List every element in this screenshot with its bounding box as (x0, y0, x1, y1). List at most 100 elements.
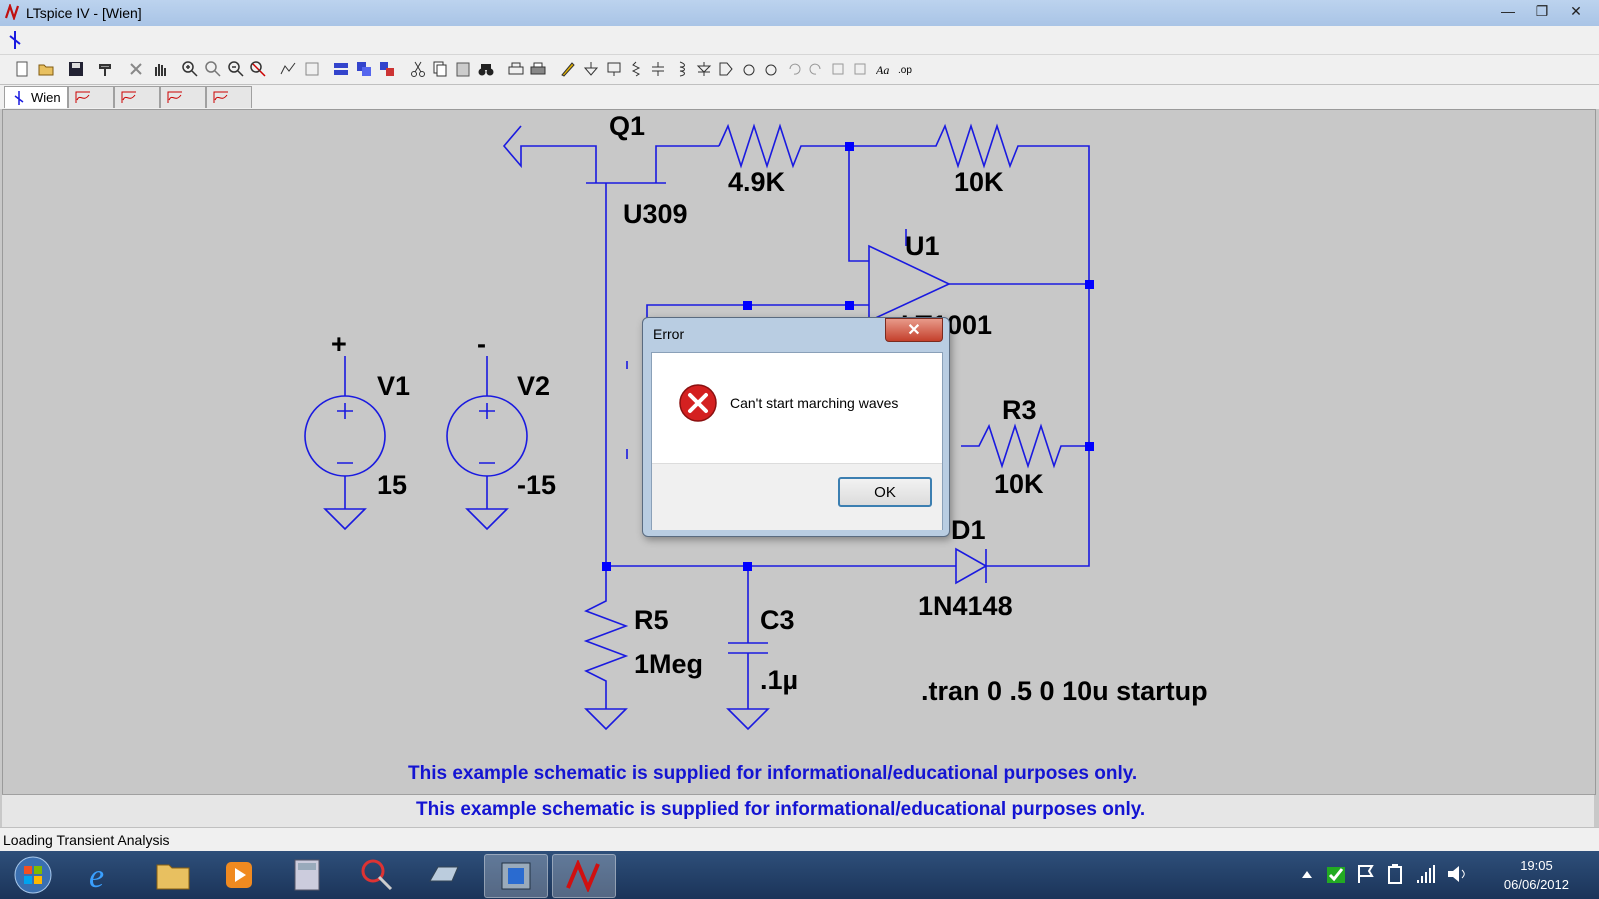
u1-label: U1 (905, 231, 940, 261)
error-dialog: Error ✕ Can't start marching waves OK (642, 317, 950, 537)
clock-time: 19:05 (1520, 858, 1553, 873)
calculator-icon (294, 859, 320, 891)
paste-icon[interactable] (455, 61, 471, 77)
v2-label: V2 (517, 371, 550, 401)
cascade-icon[interactable] (379, 61, 395, 77)
save-icon[interactable] (68, 61, 84, 77)
media-player-icon (226, 862, 252, 888)
action-center-flag-icon[interactable] (1356, 863, 1376, 885)
taskbar-ltspice[interactable] (552, 854, 616, 898)
network-signal-icon[interactable] (1416, 863, 1436, 885)
v1-plus-label: + (331, 329, 347, 359)
open-folder-icon[interactable] (38, 61, 54, 77)
diode-icon[interactable] (696, 61, 712, 77)
rotate-icon[interactable] (830, 61, 846, 77)
internet-explorer-icon: e (89, 858, 104, 893)
error-icon (679, 384, 717, 422)
taskbar: e 19:05 06/06/2012 (0, 851, 1599, 899)
new-schematic-icon[interactable] (14, 61, 30, 77)
inductor-icon[interactable] (672, 61, 688, 77)
text-icon[interactable]: Aa (876, 61, 892, 77)
zoom-pan-icon[interactable] (205, 61, 221, 77)
v1-value-label: 15 (377, 470, 407, 500)
cursor-window-icon[interactable] (304, 61, 320, 77)
tab-bar: Wien (0, 85, 1599, 109)
show-hidden-icons-icon[interactable] (1301, 869, 1313, 879)
windows-start-orb-icon (14, 856, 52, 894)
start-button[interactable] (2, 854, 64, 896)
tile-vertical-icon[interactable] (356, 61, 372, 77)
waveform-icon (167, 91, 182, 103)
tab-plot-4[interactable] (206, 86, 252, 108)
tab-label: Wien (31, 90, 61, 105)
spice-directive-icon[interactable]: .op (898, 61, 914, 77)
copy-icon[interactable] (432, 61, 448, 77)
autorange-icon[interactable] (280, 61, 296, 77)
capacitor-icon[interactable] (650, 61, 666, 77)
zoom-out-icon[interactable] (228, 61, 244, 77)
taskbar-window[interactable] (484, 854, 548, 898)
title-bar: LTspice IV - [Wien] — ❐ ✕ (0, 0, 1599, 26)
mirror-icon[interactable] (852, 61, 868, 77)
maximize-button[interactable]: ❐ (1525, 0, 1559, 22)
taskbar-snipping-tool[interactable] (346, 854, 408, 896)
control-panel-hammer-icon[interactable] (98, 61, 114, 77)
drag-hand-icon[interactable] (763, 61, 779, 77)
taskbar-calculator[interactable] (276, 854, 338, 896)
taskbar-app[interactable] (414, 854, 476, 896)
tab-wien[interactable]: Wien (4, 86, 68, 108)
tab-plot-3[interactable] (160, 86, 206, 108)
q1-label: Q1 (609, 111, 645, 141)
redo-icon[interactable] (808, 61, 824, 77)
zoom-fit-icon[interactable] (250, 61, 266, 77)
dialog-body: Can't start marching waves OK (651, 352, 943, 530)
tab-plot-2[interactable] (114, 86, 160, 108)
resistor-icon[interactable] (628, 61, 644, 77)
print-icon[interactable] (530, 61, 546, 77)
ok-button[interactable]: OK (838, 477, 932, 507)
label-net-icon[interactable] (606, 61, 622, 77)
folder-icon (156, 864, 190, 890)
ground-icon[interactable] (583, 61, 599, 77)
undo-icon[interactable] (786, 61, 802, 77)
taskbar-clock[interactable]: 19:05 06/06/2012 (1504, 856, 1569, 894)
print-setup-icon[interactable] (508, 61, 524, 77)
zoom-in-icon[interactable] (182, 61, 198, 77)
dialog-footer: OK (652, 463, 942, 530)
waveform-icon (213, 91, 228, 103)
taskbar-media-player[interactable] (208, 854, 270, 896)
tab-plot-1[interactable] (68, 86, 114, 108)
volume-icon[interactable] (1446, 863, 1468, 885)
run-icon[interactable] (128, 61, 144, 77)
find-binoculars-icon[interactable] (478, 61, 494, 77)
taskbar-file-explorer[interactable] (142, 854, 204, 896)
battery-icon[interactable] (1386, 863, 1406, 885)
move-hand-icon[interactable] (741, 61, 757, 77)
ltspice-app-icon (4, 4, 20, 20)
r2-value-label: 4.9K (728, 167, 786, 197)
window-app-icon (501, 862, 531, 890)
taskbar-internet-explorer[interactable]: e (72, 854, 134, 896)
close-button[interactable]: ✕ (1559, 0, 1593, 22)
tran-directive[interactable]: .tran 0 .5 0 10u startup (921, 676, 1208, 706)
security-check-icon[interactable] (1326, 863, 1346, 885)
schematic-icon (14, 90, 24, 105)
svg-text:Aa: Aa (876, 63, 889, 77)
waveform-icon (75, 91, 90, 103)
clock-date: 06/06/2012 (1503, 877, 1569, 892)
c3-value-label: .1µ (760, 665, 798, 695)
minimize-button[interactable]: — (1491, 0, 1525, 22)
dialog-message: Can't start marching waves (730, 395, 899, 411)
status-text: Loading Transient Analysis (3, 832, 170, 848)
v1-label: V1 (377, 371, 410, 401)
r5-label: R5 (634, 605, 669, 635)
svg-text:e: e (89, 858, 104, 893)
pan-hand-icon[interactable] (152, 61, 168, 77)
status-bar: Loading Transient Analysis (0, 827, 1599, 852)
draw-wire-pencil-icon[interactable] (560, 61, 576, 77)
tile-horizontal-icon[interactable] (333, 61, 349, 77)
component-cursor-icon[interactable] (6, 30, 24, 50)
dialog-close-button[interactable]: ✕ (885, 318, 943, 342)
component-icon[interactable] (718, 61, 734, 77)
cut-icon[interactable] (410, 61, 426, 77)
